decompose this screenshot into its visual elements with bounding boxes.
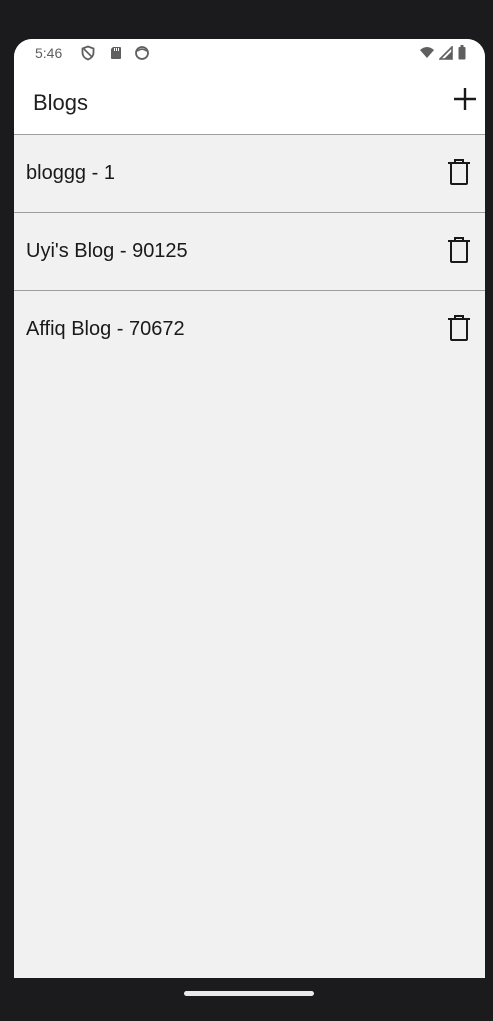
list-item[interactable]: Affiq Blog - 70672: [14, 291, 485, 368]
device-frame: 5:46 Blogs bloggg - 1 Uyi's Blog - 90125…: [0, 0, 493, 1021]
page-title: Blogs: [33, 90, 89, 115]
blog-title: Uyi's Blog - 90125: [26, 240, 188, 262]
list-item[interactable]: bloggg - 1: [14, 135, 485, 213]
face-icon: [134, 45, 150, 61]
trash-icon: [447, 236, 471, 269]
shield-icon: [80, 45, 96, 61]
trash-icon: [447, 158, 471, 191]
delete-blog-button[interactable]: [445, 314, 473, 347]
signal-icon: [438, 44, 453, 65]
sd-card-icon: [108, 45, 124, 61]
status-time: 5:46: [35, 45, 63, 61]
status-bar: 5:46: [14, 39, 485, 69]
plus-icon: [452, 86, 478, 117]
delete-blog-button[interactable]: [445, 158, 473, 191]
list-item[interactable]: Uyi's Blog - 90125: [14, 213, 485, 291]
app-bar: Blogs: [14, 69, 485, 135]
battery-icon: [457, 45, 467, 65]
wifi-icon: [419, 46, 435, 65]
blog-title: bloggg - 1: [26, 162, 115, 184]
app-screen: 5:46 Blogs bloggg - 1 Uyi's Blog - 90125…: [14, 39, 485, 978]
home-gesture-handle[interactable]: [184, 991, 314, 996]
status-right-icons: [419, 44, 467, 65]
trash-icon: [447, 314, 471, 347]
add-blog-button[interactable]: [445, 81, 485, 121]
navigation-bar: [0, 978, 493, 1021]
blog-title: Affiq Blog - 70672: [26, 318, 185, 340]
delete-blog-button[interactable]: [445, 236, 473, 269]
blog-list: bloggg - 1 Uyi's Blog - 90125 Affiq Blog…: [14, 135, 485, 368]
